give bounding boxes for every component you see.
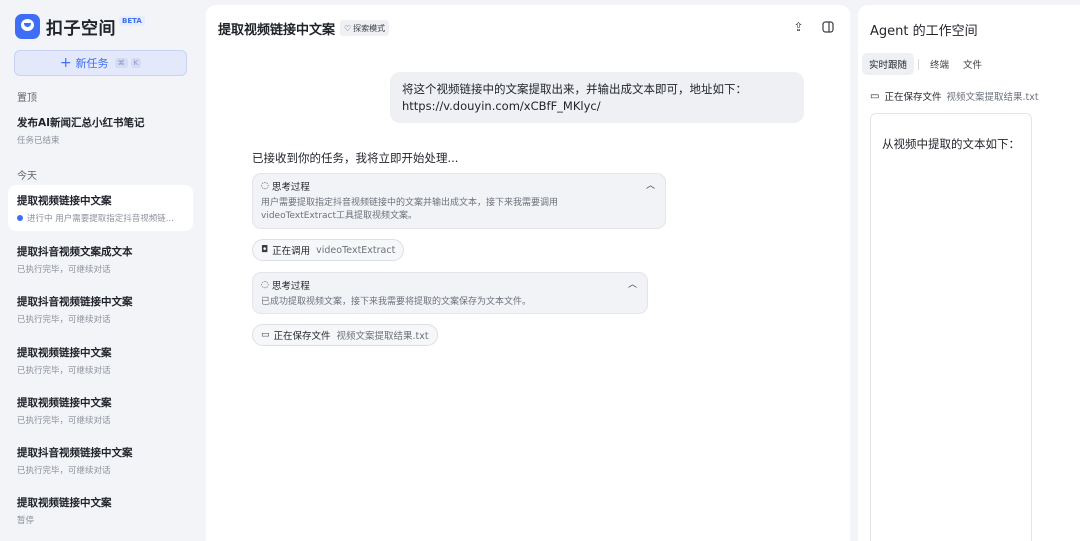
workspace-panel: Agent 的工作空间 实时跟随 终端 文件 ▭ 正在保存文件 视频文案提取结果… (858, 5, 1080, 541)
thinking-label: 思考过程 (271, 182, 310, 193)
task-status: 已执行完毕，可继续对话 (17, 366, 111, 376)
task-title: 提取抖音视频链接中文案 (17, 296, 133, 308)
file-content: 从视频中提取的文本如下： (882, 137, 1020, 151)
tool-call-chip[interactable]: ◘ 正在调用 videoTextExtract (252, 239, 405, 261)
chevron-up-icon[interactable]: ︿ (646, 178, 655, 191)
save-file-chip[interactable]: ▭ 正在保存文件 视频文案提取结果.txt (252, 324, 438, 346)
task-title: 提取视频链接中文案 (17, 497, 112, 509)
thinking-block[interactable]: ◌ 思考过程 已成功提取视频文案，接下来我需要将提取的文案保存为文本文件。 ︿ (252, 272, 648, 314)
tab-files[interactable]: 文件 (956, 53, 989, 75)
plus-icon: + (59, 55, 72, 71)
task-status: 已执行完毕，可继续对话 (17, 416, 111, 426)
task-title: 发布AI新闻汇总小红书笔记 (17, 117, 145, 129)
task-title: 提取抖音视频链接中文案 (17, 447, 133, 459)
task-item[interactable]: 提取抖音视频链接中文案 已执行完毕，可继续对话 (8, 286, 193, 332)
new-task-button[interactable]: + 新任务 ⌘ K (14, 50, 187, 76)
user-message-line: 将这个视频链接中的文案提取出来，并输出成文本即可，地址如下： (402, 82, 747, 96)
task-item[interactable]: 提取视频链接中文案 已执行完毕，可继续对话 (8, 387, 193, 433)
file-status-line: ▭ 正在保存文件 视频文案提取结果.txt (870, 89, 1039, 104)
task-status: 已执行完毕，可继续对话 (17, 315, 111, 325)
task-title: 提取视频链接中文案 (17, 195, 112, 207)
page-title: 提取视频链接中文案 (218, 23, 336, 38)
task-title: 提取视频链接中文案 (17, 347, 112, 359)
task-item-active[interactable]: 提取视频链接中文案 进行中 用户需要提取指定抖音视频链... (8, 185, 193, 231)
pinned-section-label: 置顶 (17, 93, 37, 104)
task-item[interactable]: 提取抖音视频链接中文案 已执行完毕，可继续对话 (8, 437, 193, 483)
thinking-block[interactable]: ◌ 思考过程 用户需要提取指定抖音视频链接中的文案并输出成文本，接下来我需要调用… (252, 173, 666, 229)
task-status: 暂停 (17, 516, 35, 526)
tool-icon: ◘ (261, 245, 269, 255)
save-file-name: 视频文案提取结果.txt (336, 331, 429, 342)
task-title: 提取抖音视频文案成文本 (17, 246, 133, 258)
shortcut-key-k: K (130, 58, 142, 68)
folder-icon: ▭ (261, 330, 270, 340)
tab-terminal[interactable]: 终端 (923, 53, 956, 75)
thinking-text: 已成功提取视频文案，接下来我需要将提取的文案保存为文本文件。 (261, 297, 532, 307)
in-progress-dot-icon (17, 215, 23, 221)
thinking-text: 用户需要提取指定抖音视频链接中的文案并输出成文本，接下来我需要调用 (261, 198, 559, 208)
chevron-up-icon[interactable]: ︿ (628, 277, 637, 290)
task-item[interactable]: 提取视频链接中文案 暂停 (8, 487, 193, 533)
app-name: 扣子空间 (46, 19, 116, 39)
new-task-label: 新任务 (75, 57, 109, 70)
file-name: 视频文案提取结果.txt (946, 92, 1039, 103)
mode-label: 探索模式 (353, 23, 386, 33)
user-message: 将这个视频链接中的文案提取出来，并输出成文本即可，地址如下： https://v… (390, 72, 804, 123)
today-section-label: 今天 (17, 171, 37, 182)
save-file-label: 正在保存文件 (273, 331, 331, 342)
lightbulb-icon: ◌ (261, 280, 269, 290)
app-logo[interactable]: 扣子空间 BETA (15, 14, 145, 39)
file-status: 正在保存文件 (884, 92, 942, 103)
file-preview[interactable]: 从视频中提取的文本如下： (870, 113, 1032, 541)
task-status: 任务已结束 (17, 136, 60, 146)
logo-icon (15, 14, 40, 39)
tab-divider (918, 58, 920, 70)
tab-live-follow[interactable]: 实时跟随 (862, 53, 915, 75)
thinking-label: 思考过程 (271, 281, 310, 292)
tool-call-arg: videoTextExtract (316, 244, 396, 256)
pinned-task-item[interactable]: 发布AI新闻汇总小红书笔记 任务已结束 (8, 107, 193, 153)
task-title: 提取视频链接中文案 (17, 397, 112, 409)
share-icon[interactable]: ⇪ (792, 21, 805, 34)
mode-badge: ♡ 探索模式 (340, 20, 390, 36)
shield-icon: ♡ (344, 23, 352, 33)
thinking-text: videoTextExtract工具提取视频文案。 (261, 211, 418, 221)
folder-icon: ▭ (870, 90, 880, 102)
toggle-panel-icon[interactable] (821, 21, 834, 34)
task-status: 已执行完毕，可继续对话 (17, 466, 111, 476)
task-item[interactable]: 提取抖音视频文案成文本 已执行完毕，可继续对话 (8, 236, 193, 282)
workspace-tabs: 实时跟随 终端 文件 (862, 53, 989, 75)
task-status: 进行中 用户需要提取指定抖音视频链... (27, 214, 174, 224)
task-item[interactable]: 提取视频链接中文案 已执行完毕，可继续对话 (8, 337, 193, 383)
lightbulb-icon: ◌ (261, 181, 269, 191)
workspace-title: Agent 的工作空间 (870, 24, 978, 39)
beta-badge: BETA (119, 15, 145, 26)
assistant-ack: 已接收到你的任务，我将立即开始处理... (252, 151, 459, 165)
shortcut-key-cmd: ⌘ (114, 58, 128, 68)
conversation-panel: 提取视频链接中文案 ♡ 探索模式 ⇪ 将这个视频链接中的文案提取出来，并输出成文… (206, 5, 850, 541)
tool-call-label: 正在调用 (272, 246, 311, 257)
task-status: 已执行完毕，可继续对话 (17, 265, 111, 275)
user-message-url[interactable]: https://v.douyin.com/xCBfF_MKlyc/ (402, 98, 792, 115)
sidebar: 扣子空间 BETA + 新任务 ⌘ K 置顶 发布AI新闻汇总小红书笔记 任务已… (0, 0, 202, 541)
